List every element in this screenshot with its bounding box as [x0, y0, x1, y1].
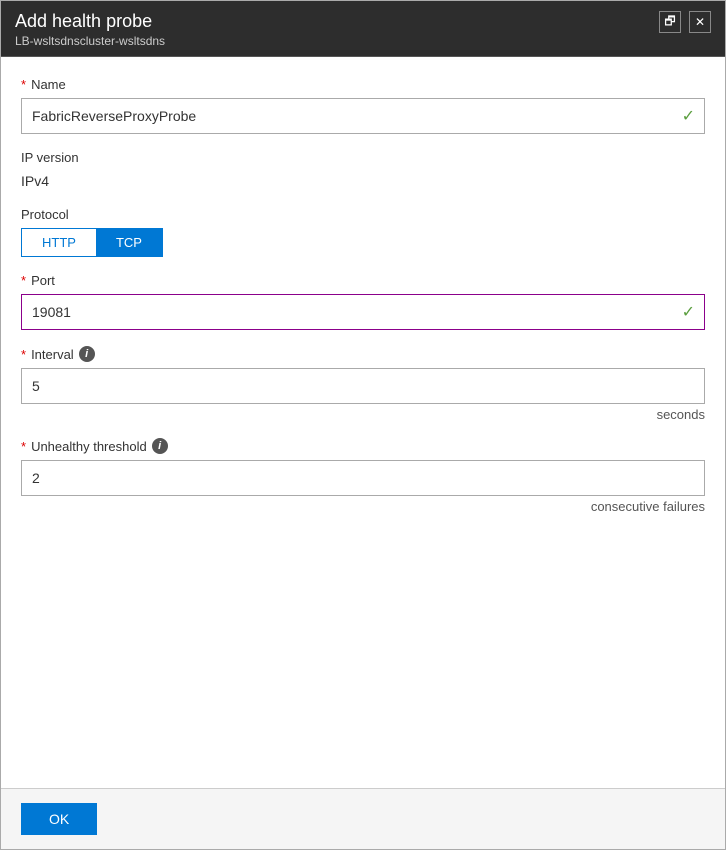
- title-bar: Add health probe LB-wsltsdnscluster-wslt…: [1, 1, 725, 56]
- name-field-group: * Name ✓: [21, 77, 705, 134]
- name-input[interactable]: [21, 98, 705, 134]
- protocol-http-button[interactable]: HTTP: [22, 229, 96, 256]
- name-check-icon: ✓: [682, 106, 695, 126]
- port-required-star: *: [21, 273, 26, 288]
- unhealthy-threshold-info-icon: i: [152, 438, 168, 454]
- ip-version-value: IPv4: [21, 171, 705, 191]
- interval-label-text: Interval: [31, 347, 74, 362]
- add-health-probe-window: Add health probe LB-wsltsdnscluster-wslt…: [0, 0, 726, 850]
- unhealthy-threshold-label-text: Unhealthy threshold: [31, 439, 147, 454]
- name-input-wrapper: ✓: [21, 98, 705, 134]
- unhealthy-threshold-field-group: * Unhealthy threshold i consecutive fail…: [21, 438, 705, 514]
- unhealthy-threshold-input[interactable]: [21, 460, 705, 496]
- protocol-label: Protocol: [21, 207, 705, 222]
- ip-version-field-group: IP version IPv4: [21, 150, 705, 191]
- footer: OK: [1, 788, 725, 849]
- interval-input[interactable]: [21, 368, 705, 404]
- unhealthy-threshold-label: * Unhealthy threshold i: [21, 438, 705, 454]
- restore-button[interactable]: 🗗: [659, 11, 681, 33]
- ip-version-label: IP version: [21, 150, 705, 165]
- port-label-text: Port: [31, 273, 55, 288]
- unhealthy-threshold-input-wrapper: [21, 460, 705, 496]
- name-label: * Name: [21, 77, 705, 92]
- port-check-icon: ✓: [682, 302, 695, 322]
- protocol-tcp-button[interactable]: TCP: [96, 229, 162, 256]
- close-button[interactable]: ✕: [689, 11, 711, 33]
- protocol-toggle: HTTP TCP: [21, 228, 163, 257]
- port-field-group: * Port ✓: [21, 273, 705, 330]
- title-bar-controls: 🗗 ✕: [659, 11, 711, 33]
- unhealthy-threshold-required-star: *: [21, 439, 26, 454]
- name-required-star: *: [21, 77, 26, 92]
- interval-label: * Interval i: [21, 346, 705, 362]
- interval-required-star: *: [21, 347, 26, 362]
- window-subtitle: LB-wsltsdnscluster-wsltsdns: [15, 34, 165, 48]
- interval-input-wrapper: [21, 368, 705, 404]
- ip-version-label-text: IP version: [21, 150, 79, 165]
- unhealthy-threshold-suffix: consecutive failures: [21, 499, 705, 514]
- window-title: Add health probe: [15, 11, 165, 32]
- protocol-label-text: Protocol: [21, 207, 69, 222]
- interval-field-group: * Interval i seconds: [21, 346, 705, 422]
- name-label-text: Name: [31, 77, 66, 92]
- ok-button[interactable]: OK: [21, 803, 97, 835]
- title-bar-left: Add health probe LB-wsltsdnscluster-wslt…: [15, 11, 165, 48]
- port-input[interactable]: [21, 294, 705, 330]
- form-content: * Name ✓ IP version IPv4 Protocol HTTP T…: [1, 56, 725, 788]
- interval-info-icon: i: [79, 346, 95, 362]
- protocol-field-group: Protocol HTTP TCP: [21, 207, 705, 257]
- port-input-wrapper: ✓: [21, 294, 705, 330]
- port-label: * Port: [21, 273, 705, 288]
- interval-suffix: seconds: [21, 407, 705, 422]
